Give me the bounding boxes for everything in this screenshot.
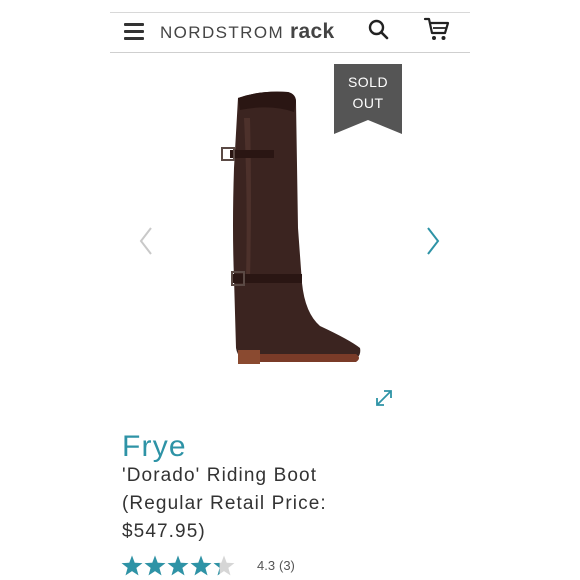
logo-sub-text: rack [290,20,335,43]
title-line-1: 'Dorado' Riding Boot [122,465,318,486]
sold-out-badge: SOLD OUT [334,64,402,134]
title-line-3: $547.95) [122,521,206,542]
star-icon-filled [121,555,143,576]
badge-line-1: SOLD [347,74,389,90]
star-icon-filled [167,555,189,576]
logo-brand-text: NORDSTROM [160,23,285,42]
product-brand-link[interactable]: Frye [122,430,187,464]
rating-value: 4.3 [257,558,276,573]
hamburger-menu-icon[interactable] [124,23,146,41]
star-icon-filled [190,555,212,576]
review-count-link[interactable]: (3) [279,558,295,573]
shopping-cart-icon[interactable] [422,14,452,44]
rating-stars [121,555,235,576]
chevron-left-icon[interactable] [136,224,156,258]
badge-line-2: OUT [352,95,384,111]
chevron-right-icon[interactable] [423,224,443,258]
expand-arrows-icon[interactable] [373,387,395,409]
title-line-2: (Regular Retail Price: [122,493,327,514]
search-icon[interactable] [366,17,392,43]
nordstrom-rack-logo[interactable]: NORDSTROM rack [160,18,334,46]
star-icon-filled [144,555,166,576]
product-title: 'Dorado' Riding Boot (Regular Retail Pri… [122,462,422,546]
site-header: NORDSTROM rack [110,12,470,53]
